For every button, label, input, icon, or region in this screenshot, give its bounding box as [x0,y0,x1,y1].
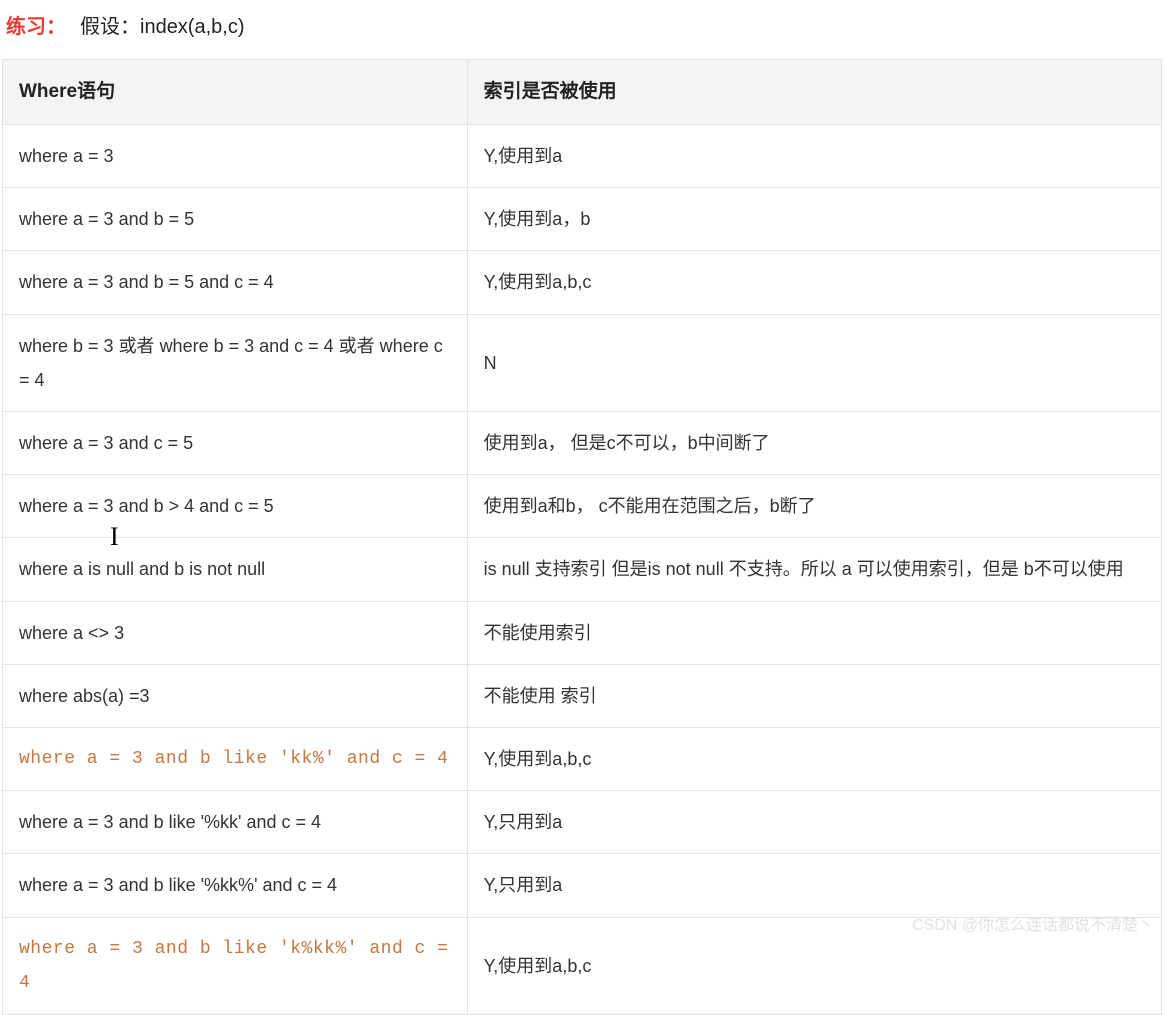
table-row: where a = 3 and b like 'k%kk%' and c = 4… [3,917,1162,1014]
cell-index-used: Y,只用到a [467,791,1161,854]
col-header-where: Where语句 [3,60,468,125]
table-row: where a = 3 and b > 4 and c = 5使用到a和b， c… [3,475,1162,538]
cell-where-clause: where abs(a) =3 [3,664,468,727]
cell-where-clause: where a = 3 and b like 'kk%' and c = 4 [3,727,468,790]
table-row: where a <> 3不能使用索引 [3,601,1162,664]
cell-index-used: Y,使用到a，b [467,188,1161,251]
col-header-index-used: 索引是否被使用 [467,60,1161,125]
cell-where-clause: where a = 3 [3,125,468,188]
cell-where-clause: where b = 3 或者 where b = 3 and c = 4 或者 … [3,314,468,411]
cell-where-clause: where a is null and b is not null [3,538,468,601]
table-row: where a = 3 and c = 5使用到a， 但是c不可以，b中间断了 [3,412,1162,475]
table-row: where a = 3 and b = 5 and c = 4Y,使用到a,b,… [3,251,1162,314]
cell-index-used: 不能使用索引 [467,601,1161,664]
cell-index-used: 使用到a和b， c不能用在范围之后，b断了 [467,475,1161,538]
cell-where-clause: where a = 3 and b = 5 and c = 4 [3,251,468,314]
cell-index-used: 使用到a， 但是c不可以，b中间断了 [467,412,1161,475]
table-row: where a = 3 and b like 'kk%' and c = 4Y,… [3,727,1162,790]
table-row: where b = 3 或者 where b = 3 and c = 4 或者 … [3,314,1162,411]
table-header-row: Where语句 索引是否被使用 [3,60,1162,125]
table-row: where a = 3Y,使用到a [3,125,1162,188]
cell-where-clause: where a = 3 and b = 5 [3,188,468,251]
cell-where-clause: where a = 3 and b > 4 and c = 5 [3,475,468,538]
cell-index-used: N [467,314,1161,411]
cell-index-used: 不能使用 索引 [467,664,1161,727]
cell-where-clause: where a = 3 and b like '%kk' and c = 4 [3,791,468,854]
cell-index-used: Y,使用到a,b,c [467,727,1161,790]
cell-where-clause: where a <> 3 [3,601,468,664]
exercise-label: 练习： [6,10,66,39]
index-usage-table: Where语句 索引是否被使用 where a = 3Y,使用到awhere a… [2,59,1162,1015]
table-row: where abs(a) =3不能使用 索引 [3,664,1162,727]
cell-where-clause: where a = 3 and c = 5 [3,412,468,475]
cell-where-clause: where a = 3 and b like 'k%kk%' and c = 4 [3,917,468,1014]
cell-index-used: Y,使用到a,b,c [467,251,1161,314]
cell-index-used: Y,使用到a,b,c [467,917,1161,1014]
cell-index-used: Y,使用到a [467,125,1161,188]
table-row: where a = 3 and b like '%kk%' and c = 4Y… [3,854,1162,917]
cell-where-clause: where a = 3 and b like '%kk%' and c = 4 [3,854,468,917]
table-row: where a = 3 and b = 5Y,使用到a，b [3,188,1162,251]
cell-index-used: Y,只用到a [467,854,1161,917]
table-row: where a = 3 and b like '%kk' and c = 4Y,… [3,791,1162,854]
exercise-assumption: 假设：index(a,b,c) [80,10,245,39]
table-row: where a is null and b is not nullis null… [3,538,1162,601]
exercise-header: 练习： 假设：index(a,b,c) [0,0,1166,59]
cell-index-used: is null 支持索引 但是is not null 不支持。所以 a 可以使用… [467,538,1161,601]
